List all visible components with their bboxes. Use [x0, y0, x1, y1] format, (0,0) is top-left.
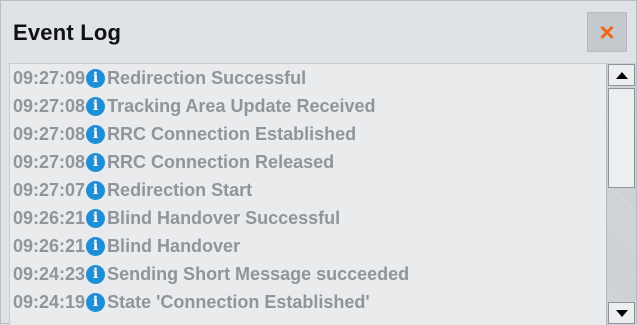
panel-title: Event Log — [13, 20, 122, 45]
info-icon: i — [86, 264, 106, 284]
scroll-thumb[interactable] — [608, 88, 635, 188]
log-entry-message: Redirection Successful — [107, 67, 307, 88]
log-entry-time: 09:24:23 — [13, 263, 86, 284]
arrow-down-icon — [615, 309, 628, 317]
log-entry-message: Blind Handover — [107, 235, 241, 256]
vertical-scrollbar[interactable] — [606, 63, 636, 325]
arrow-up-icon — [615, 71, 628, 79]
log-entry-message: Sending Short Message succeeded — [107, 263, 410, 284]
log-entry: 09:27:08 i Tracking Area Update Received — [10, 92, 606, 120]
log-entry-message: State 'Connection Established' — [107, 291, 370, 312]
log-entry: 09:26:21 i Blind Handover Successful — [10, 204, 606, 232]
log-entry: 09:27:09 i Redirection Successful — [10, 64, 606, 92]
log-entry: 09:24:23 i Sending Short Message succeed… — [10, 260, 606, 288]
log-entry-time: 09:27:08 — [13, 95, 86, 116]
info-icon: i — [86, 208, 106, 228]
log-entry-message: Blind Handover Successful — [107, 207, 341, 228]
log-entry-message: Tracking Area Update Received — [107, 95, 376, 116]
log-entry: 09:27:08 i RRC Connection Released — [10, 148, 606, 176]
scroll-down-button[interactable] — [608, 302, 635, 324]
log-entry: 09:26:21 i Blind Handover — [10, 232, 606, 260]
log-entry-time: 09:24:19 — [13, 291, 86, 312]
event-log-list[interactable]: 09:27:09 i Redirection Successful 09:27:… — [9, 63, 606, 325]
close-icon: × — [599, 16, 615, 47]
log-entry-message: RRC Connection Established — [107, 123, 357, 144]
info-icon: i — [86, 124, 106, 144]
info-icon: i — [86, 68, 106, 88]
close-button[interactable]: × — [587, 12, 627, 52]
scroll-up-button[interactable] — [608, 64, 635, 86]
log-entry: 09:24:19 i State 'Connection Established… — [10, 288, 606, 316]
log-entry: 09:27:08 i RRC Connection Established — [10, 120, 606, 148]
info-icon: i — [86, 152, 106, 172]
event-log-header: Event Log × — [1, 1, 636, 63]
info-icon: i — [86, 292, 106, 312]
log-entry-time: 09:27:07 — [13, 179, 86, 200]
event-log-panel: Event Log × 09:27:09 i Redirection Succe… — [0, 0, 637, 325]
log-entry-time: 09:27:08 — [13, 151, 86, 172]
log-entry-time: 09:27:09 — [13, 67, 86, 88]
info-icon: i — [86, 180, 106, 200]
info-icon: i — [86, 96, 106, 116]
info-icon: i — [86, 236, 106, 256]
log-entry-time: 09:26:21 — [13, 207, 86, 228]
log-entry-message: RRC Connection Released — [107, 151, 335, 172]
log-entry-message: Redirection Start — [107, 179, 253, 200]
log-entry-time: 09:27:08 — [13, 123, 86, 144]
log-entry-time: 09:26:21 — [13, 235, 86, 256]
log-entry: 09:27:07 i Redirection Start — [10, 176, 606, 204]
